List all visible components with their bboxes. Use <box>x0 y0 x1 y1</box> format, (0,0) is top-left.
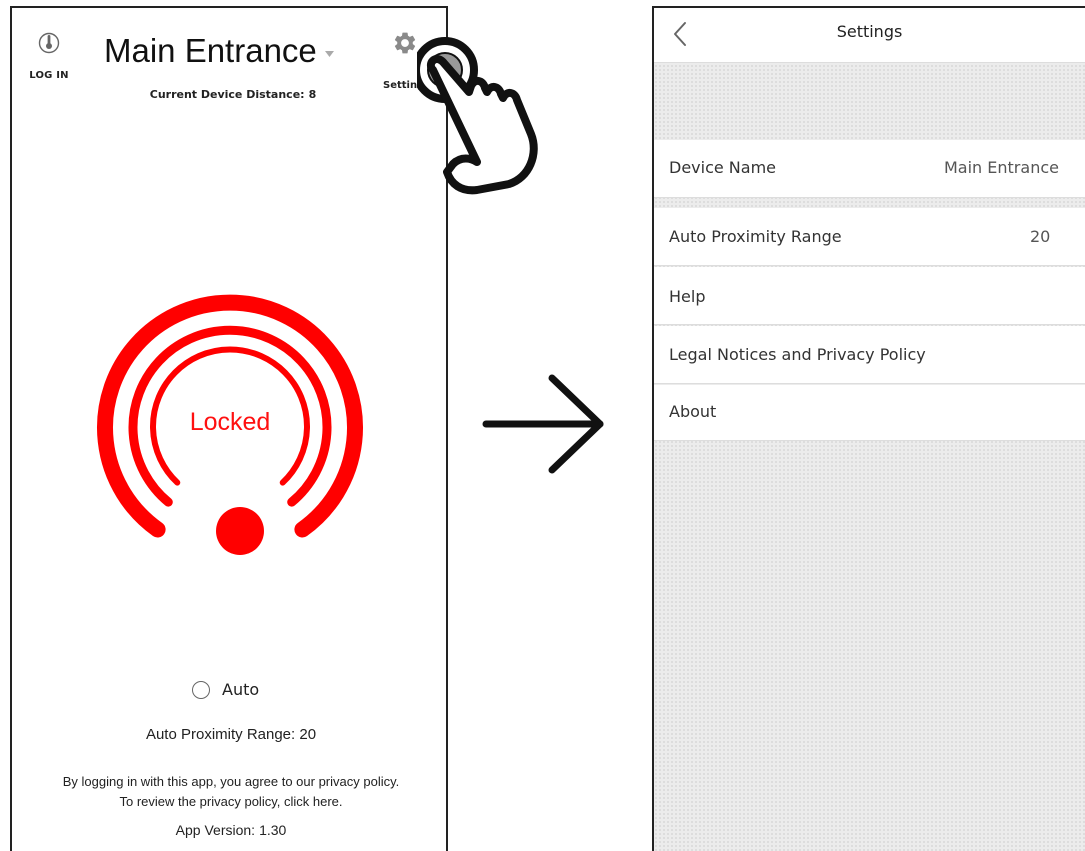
settings-row-proximity-range[interactable]: Auto Proximity Range 20 <box>654 208 1085 266</box>
thermometer-icon <box>38 32 60 54</box>
main-screen: LOG IN Main Entrance Current Device Dist… <box>10 6 538 851</box>
row-label: Auto Proximity Range <box>669 227 842 246</box>
row-label: Device Name <box>669 158 777 177</box>
policy-line-1: By logging in with this app, you agree t… <box>62 774 400 789</box>
device-selector[interactable]: Main Entrance <box>104 32 334 70</box>
login-label: LOG IN <box>29 70 69 81</box>
caret-down-icon <box>324 51 334 57</box>
version-label: App Version: <box>175 822 256 838</box>
lock-dot <box>216 507 264 555</box>
auto-radio[interactable] <box>192 680 210 699</box>
row-label: Legal Notices and Privacy Policy <box>669 345 926 364</box>
row-value: 20 <box>1030 227 1051 246</box>
version-value: 1.30 <box>259 822 287 838</box>
row-value: Main Entrance <box>944 158 1059 177</box>
settings-row-device-name[interactable]: Device Name Main Entrance <box>654 140 1085 198</box>
lock-status[interactable]: Locked <box>96 408 364 437</box>
privacy-policy-link[interactable]: To review the privacy policy, click here… <box>12 792 450 812</box>
row-label: About <box>669 402 717 421</box>
settings-row-legal[interactable]: Legal Notices and Privacy Policy <box>654 326 1085 384</box>
page-title: Settings <box>836 22 903 41</box>
nav-bar: Settings <box>654 8 1085 63</box>
device-title: Main Entrance <box>104 32 317 69</box>
distance-value: 8 <box>308 88 317 101</box>
settings-row-help[interactable]: Help <box>654 267 1085 325</box>
auto-label: Auto <box>222 680 260 699</box>
row-label: Help <box>669 287 706 306</box>
login-button[interactable]: LOG IN <box>24 30 74 81</box>
settings-row-about[interactable]: About <box>654 385 1085 441</box>
gear-icon <box>394 32 416 54</box>
privacy-policy-notice: By logging in with this app, you agree t… <box>12 772 450 812</box>
auto-toggle[interactable]: Auto <box>192 680 259 699</box>
hand-pointer-icon <box>417 37 538 195</box>
proximity-range-text: Auto Proximity Range: 20 <box>145 726 317 743</box>
arrow-right-icon <box>482 374 604 474</box>
settings-screen: Settings Device Name Main Entrance Auto … <box>652 6 1085 851</box>
app-version: App Version: 1.30 <box>12 822 450 838</box>
distance-label: Current Device Distance: <box>149 88 305 101</box>
